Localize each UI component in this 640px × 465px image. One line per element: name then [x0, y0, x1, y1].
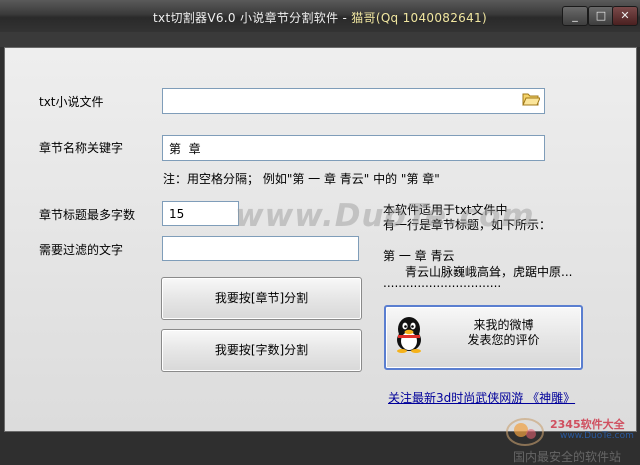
watermark-site-url: www.DuoTe.com: [560, 431, 634, 441]
max-title-length-label: 章节标题最多字数: [39, 208, 136, 222]
example-chapter-title: 第 一 章 青云: [383, 249, 455, 263]
title-bar: txt切割器V6.0 小说章节分割软件 - 猫哥(Qq 1040082641) …: [0, 0, 640, 33]
main-panel: txt小说文件 章节名称关键字 注：用空格分隔； 例如"第 一 章 青云" 中的…: [4, 47, 637, 464]
keyword-hint: 注：用空格分隔； 例如"第 一 章 青云" 中的 "第 章": [163, 172, 440, 186]
rate-button-text: 来我的微博 发表您的评价: [426, 318, 581, 348]
watermark-slogan: 国内最安全的软件站: [513, 450, 622, 464]
file-label: txt小说文件: [39, 95, 104, 109]
rate-button-line-1: 来我的微博: [473, 318, 534, 332]
title-main: txt切割器V6.0 小说章节分割软件 -: [153, 11, 352, 25]
qq-penguin-icon: [397, 317, 421, 353]
chapter-keyword-label: 章节名称关键字: [39, 141, 124, 155]
minimize-button[interactable]: _: [562, 6, 588, 26]
split-by-chapter-button[interactable]: 我要按[章节]分割: [161, 277, 362, 320]
chapter-keyword-input[interactable]: [162, 135, 545, 161]
info-line-2: 有一行是章节标题，如下所示：: [383, 218, 552, 232]
title-author: 猫哥(Qq 1040082641): [351, 11, 487, 25]
watermark-globe-icon: [506, 418, 544, 446]
rate-on-weibo-button[interactable]: 来我的微博 发表您的评价: [384, 305, 583, 370]
watermark-site-name: 2345软件大全: [550, 418, 625, 431]
close-button[interactable]: ✕: [612, 6, 638, 26]
filter-text-label: 需要过滤的文字: [39, 243, 124, 257]
filter-text-input[interactable]: [162, 236, 359, 261]
max-title-length-input[interactable]: [162, 201, 239, 226]
toolbar-band: [0, 32, 640, 47]
file-path-input[interactable]: [162, 88, 545, 114]
maximize-button[interactable]: □: [588, 6, 614, 26]
split-by-char-count-button[interactable]: 我要按[字数]分割: [161, 329, 362, 372]
open-folder-icon[interactable]: [521, 91, 541, 109]
rate-button-line-2: 发表您的评价: [467, 333, 540, 347]
example-ellipsis: ...............................: [383, 276, 502, 290]
game-promo-link[interactable]: 关注最新3d时尚武侠网游 《神雕》: [388, 389, 575, 406]
window-title: txt切割器V6.0 小说章节分割软件 - 猫哥(Qq 1040082641): [0, 9, 640, 26]
